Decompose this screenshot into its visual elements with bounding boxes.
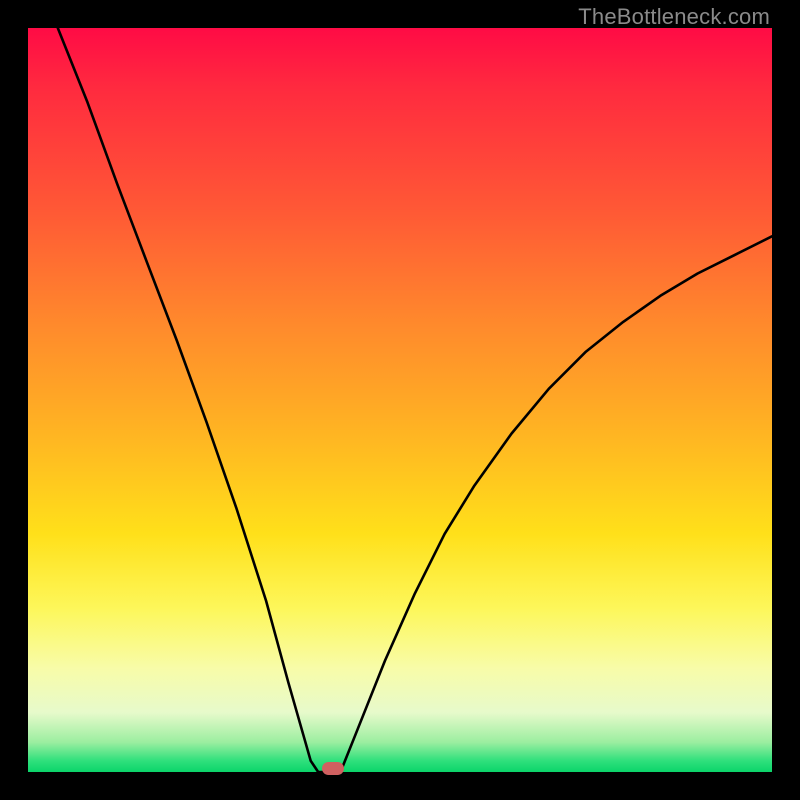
chart-frame: TheBottleneck.com: [0, 0, 800, 800]
optimum-marker: [322, 762, 344, 775]
curve-path: [58, 28, 772, 772]
watermark-text: TheBottleneck.com: [578, 4, 770, 30]
bottleneck-curve: [28, 28, 772, 772]
plot-area: [28, 28, 772, 772]
